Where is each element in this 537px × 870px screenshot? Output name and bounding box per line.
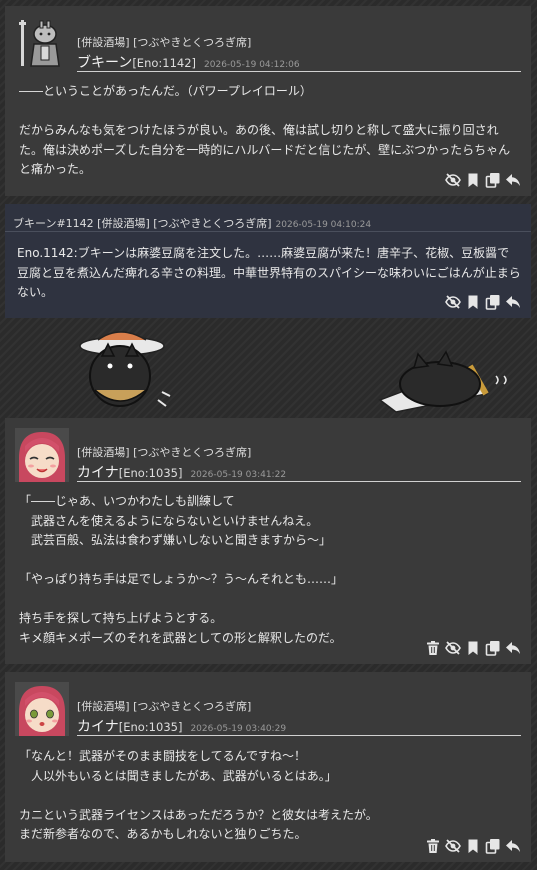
divider <box>5 231 531 232</box>
eye-slash-icon[interactable] <box>445 838 461 854</box>
post-location: [併設酒場] [つぶやきとくつろぎ席] <box>77 36 252 49</box>
chat-post: [併設酒場] [つぶやきとくつろぎ席] カイナ[Eno:1035] 2026-05… <box>5 418 531 664</box>
post-header: カイナ[Eno:1035] 2026-05-19 03:41:22 <box>77 462 521 482</box>
reply-icon[interactable] <box>505 294 521 310</box>
post-header: ブキーン#1142 [併設酒場] [つぶやきとくつろぎ席] 2026-05-19 … <box>13 215 371 231</box>
post-timestamp: 2026-05-19 04:10:24 <box>275 220 372 230</box>
copy-icon[interactable] <box>485 838 501 854</box>
author-eno: [Eno:1035] <box>118 466 183 480</box>
chat-post-action: ブキーン#1142 [併設酒場] [つぶやきとくつろぎ席] 2026-05-19 … <box>5 204 531 318</box>
post-body: 「――じゃあ、いつかわたしも訓練して 武器さんを使えるようにならないといけません… <box>19 494 344 645</box>
trash-icon[interactable] <box>425 640 441 656</box>
post-header: ブキーン[Eno:1142] 2026-05-19 04:12:06 <box>77 52 521 72</box>
post-actions <box>445 294 521 310</box>
post-timestamp: 2026-05-19 03:41:22 <box>190 470 287 480</box>
reply-icon[interactable] <box>505 838 521 854</box>
author-name[interactable]: カイナ <box>77 465 119 481</box>
author-eno: [Eno:1142] <box>132 56 197 70</box>
post-actions <box>425 640 521 656</box>
author-name[interactable]: ブキーン <box>77 55 132 71</box>
reply-icon[interactable] <box>505 172 521 188</box>
post-actions <box>425 838 521 854</box>
avatar[interactable] <box>15 682 69 736</box>
post-location: [併設酒場] [つぶやきとくつろぎ席] <box>77 446 252 459</box>
bookmark-icon[interactable] <box>465 838 481 854</box>
copy-icon[interactable] <box>485 172 501 188</box>
bookmark-icon[interactable] <box>465 640 481 656</box>
author-eno: [Eno:1035] <box>118 720 183 734</box>
chat-post: [併設酒場] [つぶやきとくつろぎ席] ブキーン[Eno:1142] 2026-0… <box>5 6 531 196</box>
eye-slash-icon[interactable] <box>445 172 461 188</box>
author-name[interactable]: ブキーン#1142 <box>13 217 94 230</box>
chat-post: [併設酒場] [つぶやきとくつろぎ席] カイナ[Eno:1035] 2026-05… <box>5 672 531 862</box>
post-body: 「なんと！武器がそのまま闘技をしてるんですね～！ 人以外もいるとは聞きましたがあ… <box>19 749 378 841</box>
sticker-image <box>79 331 507 413</box>
black-cat-lying-sticker <box>378 350 507 413</box>
post-location: [併設酒場] [つぶやきとくつろぎ席] <box>77 700 252 713</box>
post-body: ――ということがあったんだ。（パワープレイロール） だからみんなも気をつけたほう… <box>19 84 511 176</box>
post-location: [併設酒場] [つぶやきとくつろぎ席] <box>97 217 272 230</box>
post-actions <box>445 172 521 188</box>
bookmark-icon[interactable] <box>465 172 481 188</box>
trash-icon[interactable] <box>425 838 441 854</box>
copy-icon[interactable] <box>485 294 501 310</box>
copy-icon[interactable] <box>485 640 501 656</box>
black-cat-with-plate-sticker <box>79 331 171 407</box>
post-header: カイナ[Eno:1035] 2026-05-19 03:40:29 <box>77 716 521 736</box>
author-name[interactable]: カイナ <box>77 719 119 735</box>
post-timestamp: 2026-05-19 03:40:29 <box>190 724 287 734</box>
bookmark-icon[interactable] <box>465 294 481 310</box>
eye-slash-icon[interactable] <box>445 640 461 656</box>
avatar[interactable] <box>15 16 69 70</box>
reply-icon[interactable] <box>505 640 521 656</box>
avatar[interactable] <box>15 428 69 482</box>
post-timestamp: 2026-05-19 04:12:06 <box>204 60 300 70</box>
eye-slash-icon[interactable] <box>445 294 461 310</box>
